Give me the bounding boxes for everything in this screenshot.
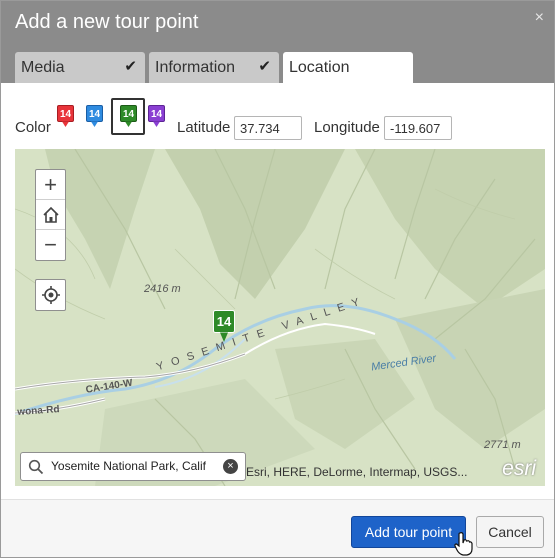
- crosshair-icon: [41, 286, 60, 304]
- tab-media[interactable]: Media ✔: [15, 52, 145, 83]
- locate-control: [35, 279, 66, 311]
- elevation-label: 2771 m: [484, 439, 521, 451]
- add-tour-point-button[interactable]: Add tour point: [351, 516, 466, 548]
- checkmark-icon: ✔: [124, 58, 137, 75]
- map-search-box[interactable]: Yosemite National Park, Calif ×: [20, 452, 246, 481]
- tab-location-label: Location: [289, 59, 350, 76]
- tab-media-label: Media: [21, 59, 65, 76]
- location-marker-icon[interactable]: 14: [213, 310, 235, 343]
- pin-number: 14: [89, 109, 101, 120]
- pin-purple-option[interactable]: 14: [148, 105, 165, 128]
- home-icon: [42, 206, 59, 223]
- zoom-controls: + −: [35, 169, 66, 261]
- longitude-input[interactable]: [384, 116, 452, 140]
- zoom-out-button[interactable]: −: [36, 230, 65, 260]
- marker-number: 14: [217, 314, 232, 329]
- zoom-in-button[interactable]: +: [36, 170, 65, 200]
- pin-blue-option[interactable]: 14: [86, 105, 103, 128]
- pin-number: 14: [123, 109, 135, 120]
- longitude-label: Longitude: [314, 119, 380, 136]
- add-tour-point-dialog: Add a new tour point × Media ✔ Informati…: [0, 0, 555, 558]
- pin-red-option[interactable]: 14: [57, 105, 74, 128]
- map-view[interactable]: 2416 m 2771 m YOSEMITE VALLEY Merced Riv…: [15, 149, 545, 486]
- search-icon: [28, 459, 44, 475]
- pin-green-option-selected[interactable]: 14: [111, 98, 145, 135]
- hand-cursor-icon: [454, 532, 473, 556]
- esri-logo: esri: [502, 457, 536, 480]
- home-button[interactable]: [36, 200, 65, 230]
- elevation-label: 2416 m: [144, 283, 181, 295]
- tab-information[interactable]: Information ✔: [149, 52, 279, 83]
- clear-search-icon[interactable]: ×: [223, 459, 238, 474]
- red-pin-icon: 14: [57, 105, 74, 127]
- checkmark-icon: ✔: [258, 58, 271, 75]
- close-icon[interactable]: ×: [535, 9, 544, 27]
- latitude-label: Latitude: [177, 119, 231, 136]
- locate-button[interactable]: [36, 280, 65, 310]
- tab-information-label: Information: [155, 59, 236, 76]
- dialog-header: Add a new tour point × Media ✔ Informati…: [1, 1, 554, 83]
- latitude-input[interactable]: [234, 116, 302, 140]
- map-attribution: Esri, HERE, DeLorme, Intermap, USGS...: [246, 465, 468, 479]
- blue-pin-icon: 14: [86, 105, 103, 127]
- dialog-title: Add a new tour point: [15, 11, 199, 33]
- purple-pin-icon: 14: [148, 105, 165, 127]
- cancel-button[interactable]: Cancel: [476, 516, 544, 548]
- green-pin-icon: 14: [120, 105, 137, 127]
- pin-number: 14: [151, 109, 163, 120]
- search-input[interactable]: Yosemite National Park, Calif: [51, 459, 206, 473]
- pin-number: 14: [60, 109, 72, 120]
- color-label: Color: [15, 119, 51, 136]
- terrain-basemap: [15, 149, 545, 486]
- tab-location[interactable]: Location: [283, 52, 413, 83]
